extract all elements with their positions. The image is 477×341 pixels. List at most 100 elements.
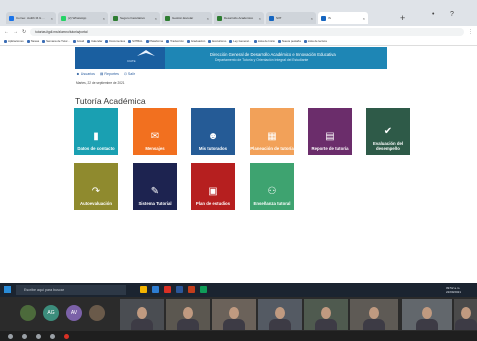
bookmark-item[interactable]: Documentos — [105, 39, 125, 43]
participant-video[interactable] — [120, 299, 164, 330]
nav-reports[interactable]: ▤ Reportes — [100, 72, 119, 76]
nav-users[interactable]: ☻ Usuarios — [76, 72, 95, 76]
participant-photo-avatar[interactable] — [89, 305, 105, 321]
browser-tab[interactable]: Desarrollo Académico × — [214, 12, 264, 24]
menu-tile[interactable]: ✎ Sistema Tutorial — [133, 163, 177, 210]
bookmark-item[interactable]: Traducción — [166, 39, 184, 43]
nav-logout[interactable]: ⏻ Salir — [124, 72, 135, 76]
bookmark-item[interactable]: Semana de Tutor... — [42, 39, 70, 43]
menu-tile[interactable]: ▣ Plan de estudios — [191, 163, 235, 210]
bookmark-item[interactable]: Aplicaciones — [4, 39, 24, 43]
participant-video[interactable] — [350, 299, 398, 330]
envelope-icon: ✉ — [150, 130, 160, 142]
tab-favicon-icon — [9, 15, 14, 21]
menu-tile[interactable]: ✉ Mensajes — [133, 108, 177, 155]
browser-tab[interactable]: SIIT × — [266, 12, 316, 24]
bookmark-icon — [42, 39, 46, 43]
bookmark-item[interactable]: Ley General... — [229, 39, 251, 43]
tab-close-icon[interactable]: × — [207, 16, 209, 21]
bookmark-icon — [128, 39, 132, 43]
participant-avatar[interactable]: AV — [66, 305, 82, 321]
windows-start-icon[interactable] — [4, 286, 11, 293]
tab-title: (2) WhatsApp — [68, 16, 87, 20]
bookmark-icon — [72, 39, 76, 43]
tab-close-icon[interactable]: × — [259, 16, 261, 21]
participant-figure — [131, 319, 153, 330]
bookmark-icon — [229, 39, 233, 43]
reload-icon[interactable]: ↻ — [22, 29, 26, 35]
browser-tab[interactable]: (2) WhatsApp × — [58, 12, 108, 24]
edge-browser-icon[interactable] — [152, 286, 159, 293]
bookmark-item[interactable]: Nueva pestaña — [277, 39, 301, 43]
tab-title: Correo: Judith M.G ... — [16, 16, 45, 20]
bookmark-label: Documentos — [109, 39, 126, 43]
participant-face — [460, 307, 471, 319]
file-explorer-icon[interactable] — [140, 286, 147, 293]
menu-tile[interactable]: ▦ Planeación de tutoría — [250, 108, 294, 155]
tab-close-icon[interactable]: × — [311, 16, 313, 21]
bookmark-item[interactable]: Graduación — [186, 39, 205, 43]
url-input[interactable]: tutorias.itgdl.mx/alumno/tutoria/portal — [30, 27, 464, 36]
minimize-icon[interactable]: • — [432, 11, 434, 18]
meet-icon[interactable] — [200, 286, 207, 293]
bookmark-icon — [4, 39, 7, 43]
page-title: Tutoría Académica — [75, 96, 146, 106]
participant-face — [183, 307, 193, 319]
menu-tile[interactable]: ▮ Datos de contacto — [74, 108, 118, 155]
bookmark-label: Ecoturismo — [212, 39, 227, 43]
hangup-icon[interactable] — [64, 333, 69, 339]
bookmark-icon — [166, 39, 170, 43]
menu-tile[interactable]: ↷ Autoevaluación — [74, 163, 118, 210]
camera-icon[interactable] — [22, 333, 27, 339]
bookmark-item[interactable]: Plataforma — [145, 39, 163, 43]
chrome-icon[interactable] — [164, 286, 171, 293]
participant-video[interactable] — [166, 299, 210, 330]
tab-close-icon[interactable]: × — [155, 16, 157, 21]
share-icon[interactable] — [36, 333, 41, 339]
tab-close-icon[interactable]: × — [51, 16, 53, 21]
tab-title: SIIT — [276, 16, 282, 20]
powerpoint-icon[interactable] — [188, 286, 195, 293]
browser-tab[interactable]: IS × — [318, 12, 368, 24]
participant-video[interactable] — [454, 299, 477, 330]
back-icon[interactable]: ← — [4, 29, 9, 35]
tab-close-icon[interactable]: × — [103, 16, 105, 21]
browser-tab[interactable]: Seguro Facultativo × — [110, 12, 160, 24]
logo-icon — [137, 50, 155, 56]
word-icon[interactable] — [176, 286, 183, 293]
bookmark-item[interactable]: Lista de Inicio — [253, 39, 275, 43]
menu-tile[interactable]: ⚇ Enseñanza tutoral — [250, 163, 294, 210]
bookmark-label: Lista de Inicio — [257, 39, 275, 43]
bookmark-item[interactable]: Tareas — [26, 39, 39, 43]
tab-close-icon[interactable]: × — [363, 16, 365, 21]
participant-video[interactable] — [402, 299, 452, 330]
maximize-icon[interactable]: ? — [450, 11, 454, 18]
participant-video[interactable] — [304, 299, 348, 330]
participant-avatar[interactable]: AG — [43, 305, 59, 321]
bookmark-item[interactable]: Gmail — [72, 39, 84, 43]
bookmark-item[interactable]: Calendar — [87, 39, 102, 43]
new-tab-button[interactable]: + — [400, 12, 405, 24]
participant-photo-avatar[interactable] — [20, 305, 36, 321]
tile-label: Autoevaluación — [80, 201, 112, 206]
bookmark-label: Aplicaciones — [8, 39, 24, 43]
address-bar-row: ← → ↻ tutorias.itgdl.mx/alumno/tutoria/p… — [0, 26, 477, 37]
bookmark-item[interactable]: SIITBAL — [128, 39, 143, 43]
extensions-icon[interactable]: ⋮ — [468, 29, 473, 35]
bookmark-label: Lista de lectura — [307, 39, 327, 43]
chat-icon[interactable] — [50, 333, 55, 339]
participant-video[interactable] — [212, 299, 256, 330]
menu-tile[interactable]: ☻ Mis tutorados — [191, 108, 235, 155]
taskbar-search-input[interactable]: Escribe aquí para buscar — [16, 285, 126, 295]
bookmark-item[interactable]: Lista de lectura — [303, 39, 327, 43]
menu-tile[interactable]: ▤ Reporte de tutoría — [308, 108, 352, 155]
participant-video[interactable] — [258, 299, 302, 330]
forward-icon[interactable]: → — [13, 29, 18, 35]
participant-figure — [416, 319, 438, 330]
bookmark-item[interactable]: Ecoturismo — [208, 39, 226, 43]
browser-tab[interactable]: Gestión Escolar × — [162, 12, 212, 24]
mic-icon[interactable] — [8, 333, 13, 339]
menu-tile[interactable]: ✔ Evaluación del desempeño — [366, 108, 410, 155]
wrench-icon: ✎ — [150, 185, 160, 197]
browser-tab[interactable]: Correo: Judith M.G ... × — [6, 12, 56, 24]
